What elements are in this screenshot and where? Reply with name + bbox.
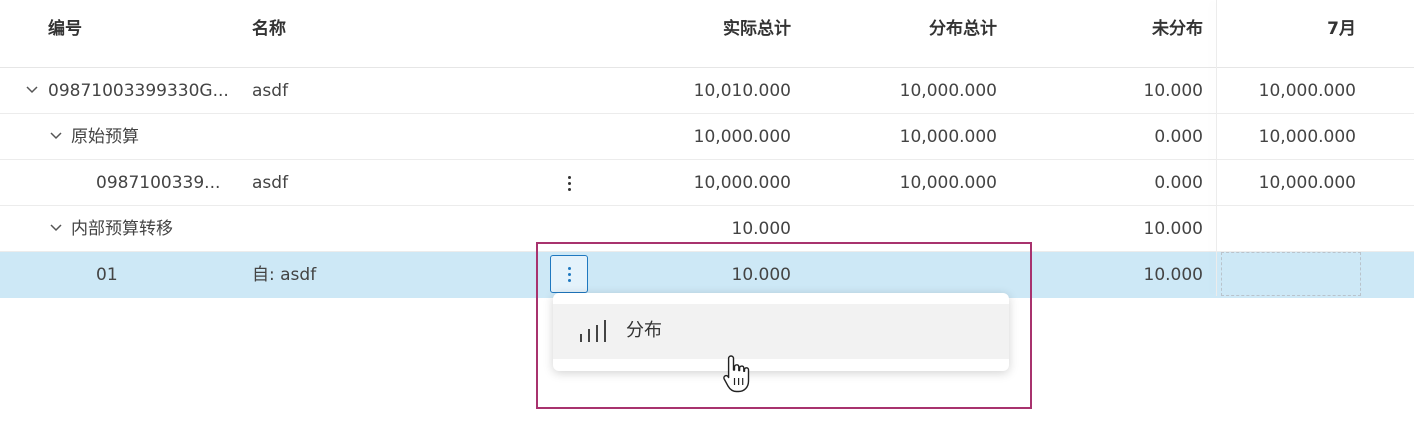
header-code[interactable]: 编号 [48,19,82,39]
kebab-dot [567,175,571,179]
menu-item-label: 分布 [626,320,662,341]
row-name-link[interactable]: asdf [252,81,288,101]
row-undistributed: 0.000 [1154,173,1203,193]
menu-item-distribute[interactable]: 分布 [553,304,1009,359]
row-undistributed: 0.000 [1154,127,1203,147]
row-undistributed: 10.000 [1143,219,1203,239]
kebab-dot [567,181,571,185]
chevron-down-icon[interactable] [50,221,62,233]
frozen-column-divider [1216,0,1217,296]
kebab-dot [567,272,571,276]
row-month-july[interactable]: 10,000.000 [1230,173,1356,193]
row-actual-total: 10.000 [731,219,791,239]
kebab-dot [567,187,571,191]
header-name[interactable]: 名称 [252,19,286,39]
header-dist-total[interactable]: 分布总计 [800,19,997,39]
header-undistributed[interactable]: 未分布 [1010,19,1203,39]
row-code: 01 [96,265,118,285]
header-month-july[interactable]: 7月 [1230,19,1356,39]
grid-header: 编号 名称 实际总计 分布总计 未分布 7月 [0,0,1414,68]
header-actual-total[interactable]: 实际总计 [600,19,791,39]
table-row[interactable]: 0987100339... asdf 10,000.000 10,000.000… [0,160,1414,206]
row-month-july[interactable]: 10,000.000 [1230,127,1356,147]
row-month-july[interactable]: 10,000.000 [1230,81,1356,101]
row-name-link[interactable]: asdf [252,173,288,193]
row-context-menu: 分布 [553,293,1009,371]
table-row[interactable]: 内部预算转移 10.000 10.000 [0,206,1414,252]
row-undistributed: 10.000 [1143,265,1203,285]
table-row[interactable]: 09871003399330G... asdf 10,010.000 10,00… [0,68,1414,114]
row-actual-total: 10.000 [731,265,791,285]
table-row-selected[interactable]: 01 自: asdf 10.000 10.000 [0,252,1414,298]
month-cell-focused[interactable] [1221,252,1361,296]
row-group-label: 原始预算 [71,127,139,147]
table-row[interactable]: 原始预算 10,000.000 10,000.000 0.000 10,000.… [0,114,1414,160]
chevron-down-icon[interactable] [50,129,62,141]
row-undistributed: 10.000 [1143,81,1203,101]
row-group-label: 内部预算转移 [71,219,173,239]
kebab-dot [567,278,571,282]
bar-chart-icon [580,320,606,342]
row-name-link[interactable]: 自: asdf [252,265,316,285]
chevron-down-icon[interactable] [26,83,38,95]
row-actual-total: 10,000.000 [693,173,791,193]
row-actual-total: 10,000.000 [693,127,791,147]
hand-cursor-icon [723,355,750,393]
row-actual-total: 10,010.000 [693,81,791,101]
row-actions-button[interactable] [550,164,588,202]
row-dist-total: 10,000.000 [899,127,997,147]
row-dist-total: 10,000.000 [899,173,997,193]
row-code: 0987100339... [96,173,221,193]
row-actions-button[interactable] [550,255,588,293]
row-dist-total: 10,000.000 [899,81,997,101]
row-code: 09871003399330G... [48,81,229,101]
kebab-dot [567,266,571,270]
